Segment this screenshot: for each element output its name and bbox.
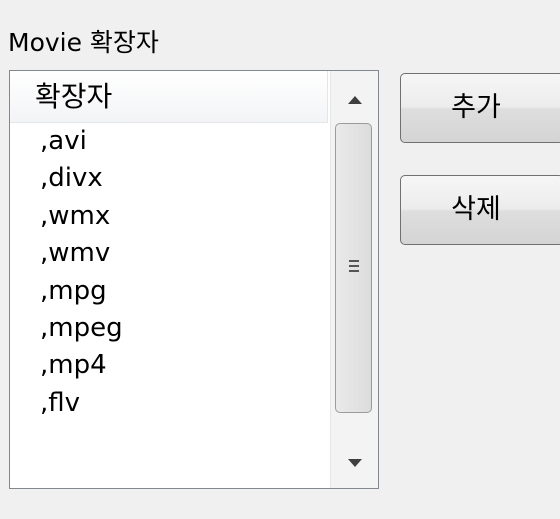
triangle-up-icon [347, 96, 362, 104]
list-item[interactable]: ,flv [10, 385, 328, 422]
scroll-up-button[interactable] [331, 79, 378, 121]
list-item[interactable]: ,wmv [10, 235, 328, 272]
delete-button[interactable]: 삭제 [400, 175, 560, 245]
group-label: Movie 확장자 [8, 28, 159, 57]
list-rows: ,avi ,divx ,wmx ,wmv ,mpg ,mpeg ,mp4 ,fl… [10, 123, 328, 422]
list-item[interactable]: ,wmx [10, 198, 328, 235]
extension-listview[interactable]: 확장자 ,avi ,divx ,wmx ,wmv ,mpg ,mpeg ,mp4… [9, 70, 379, 489]
column-header-extension[interactable]: 확장자 [10, 71, 328, 123]
scroll-thumb[interactable] [335, 123, 372, 413]
add-button[interactable]: 추가 [400, 73, 560, 143]
list-item[interactable]: ,mpg [10, 273, 328, 310]
list-item[interactable]: ,divx [10, 160, 328, 197]
list-item[interactable]: ,mpeg [10, 310, 328, 347]
list-item[interactable]: ,avi [10, 123, 328, 160]
column-header-label: 확장자 [35, 80, 113, 113]
movie-extension-panel: Movie 확장자 확장자 ,avi ,divx ,wmx ,wmv ,mpg … [0, 0, 560, 519]
vertical-scrollbar[interactable] [330, 71, 378, 488]
list-item[interactable]: ,mp4 [10, 347, 328, 384]
scroll-down-button[interactable] [331, 442, 378, 484]
triangle-down-icon [347, 459, 362, 467]
